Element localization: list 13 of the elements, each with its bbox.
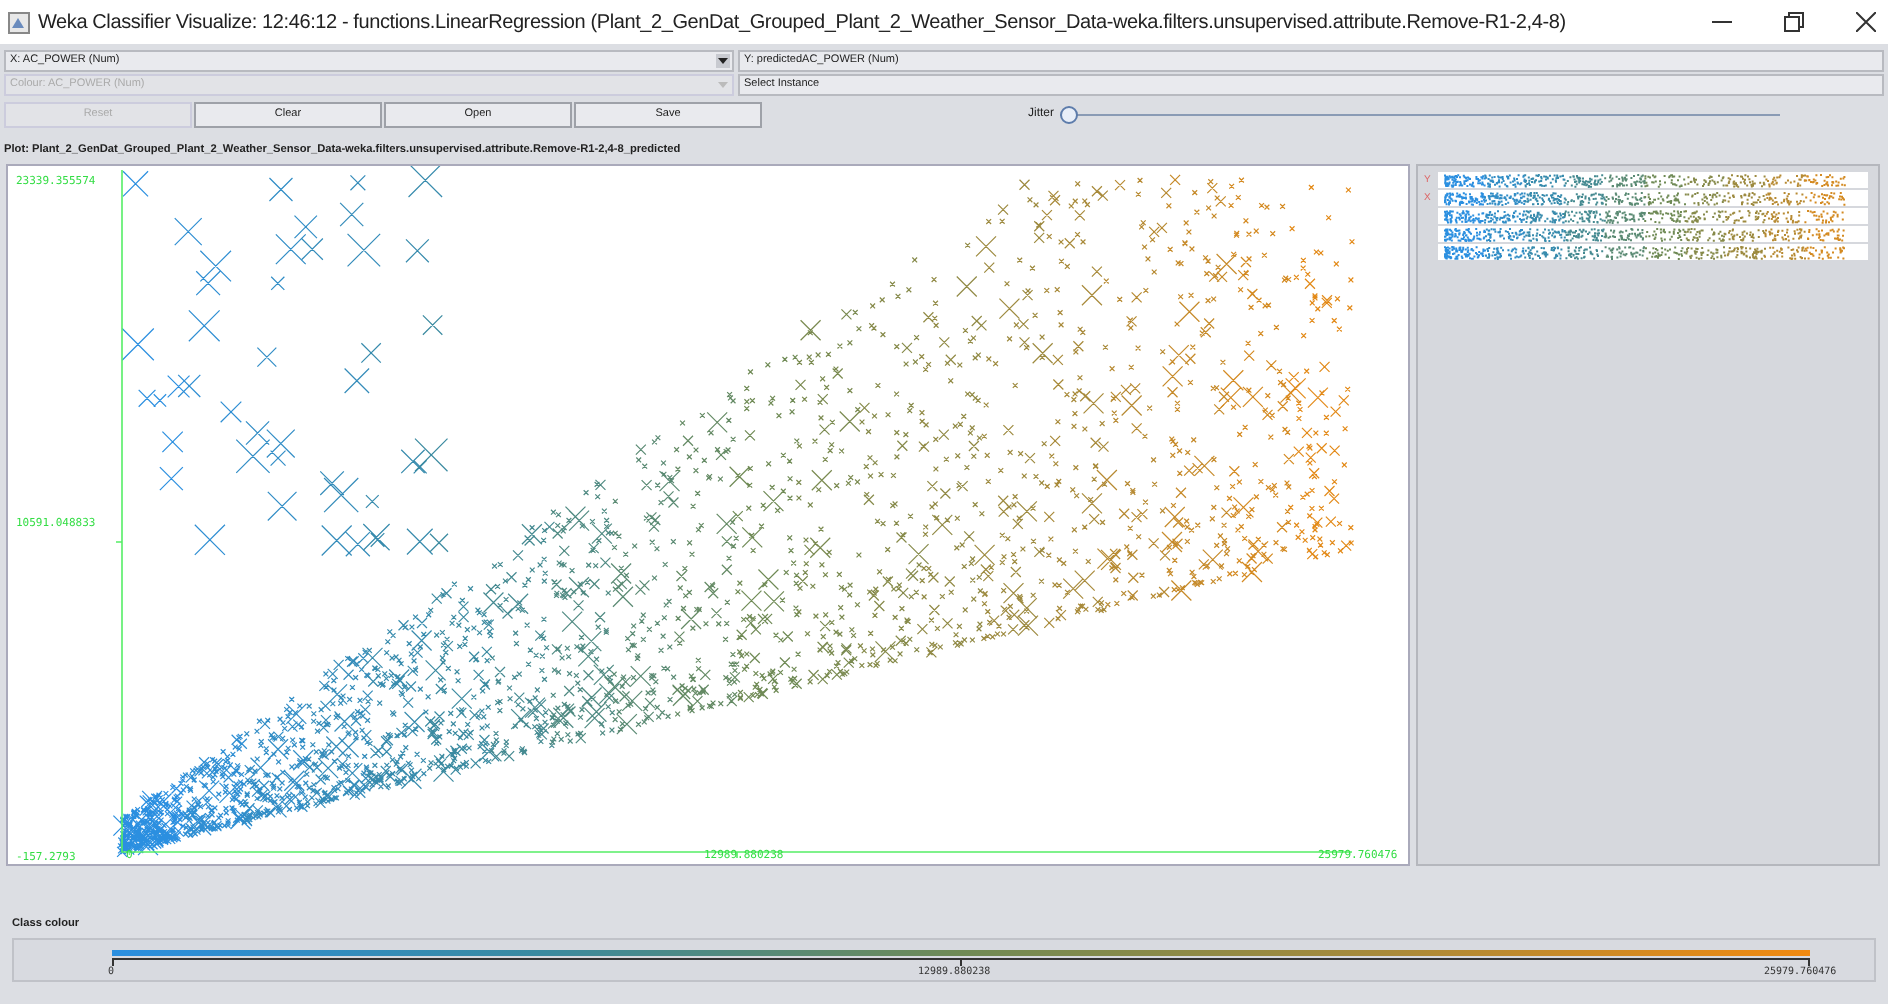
window-title: Weka Classifier Visualize: 12:46:12 - functions.LinearRegression (Plant_2_GenDat_Grouped_Plant_2_Weather_Sensor_Data-weka.filters.unsupervised.attribute.Remove-R1-2,4-8) (38, 9, 1566, 37)
jitter-slider[interactable] (1060, 104, 1781, 124)
attribute-strip-drawing[interactable] (1438, 226, 1868, 243)
app-icon (8, 11, 30, 33)
slider-thumb[interactable] (1060, 105, 1079, 123)
caret-icon (718, 58, 728, 64)
close-icon[interactable] (1856, 12, 1876, 32)
attribute-strip-drawing[interactable] (1438, 172, 1868, 189)
restore-icon[interactable] (1784, 12, 1804, 32)
caret-icon (718, 82, 728, 88)
attribute-strip-drawing[interactable] (1438, 244, 1868, 261)
attribute-strip-drawing[interactable] (1438, 208, 1868, 225)
attribute-strip-drawing[interactable] (1438, 190, 1868, 207)
